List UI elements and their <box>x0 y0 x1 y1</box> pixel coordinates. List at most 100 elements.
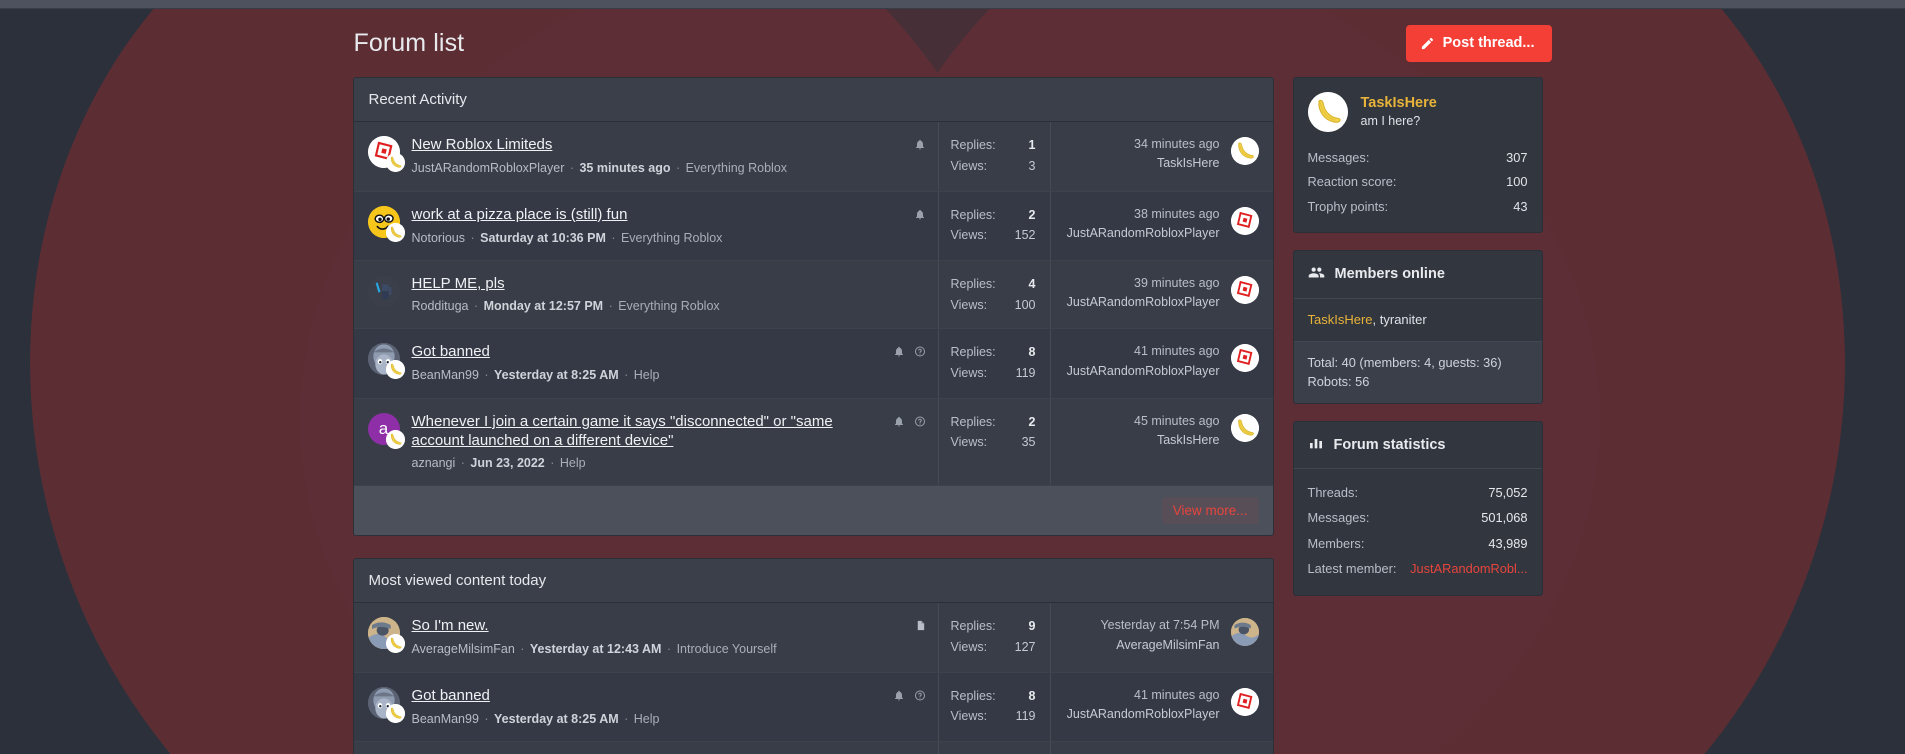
view-more-link[interactable]: View more... <box>1161 497 1259 525</box>
thread-title-link[interactable]: work at a pizza place is (still) fun <box>412 205 906 225</box>
avatar[interactable] <box>367 617 405 654</box>
last-post-date[interactable]: Yesterday at 7:54 PM <box>1100 616 1219 635</box>
thread-author[interactable]: aznangi <box>412 456 456 470</box>
last-post-author[interactable]: JustARandomRobloxPlayer <box>1067 362 1220 381</box>
thread-forum[interactable]: Everything Roblox <box>686 161 787 175</box>
views-value: 119 <box>1015 709 1036 724</box>
thread-forum[interactable]: Help <box>634 712 660 726</box>
thread-meta: BeanMan99 · Yesterday at 8:25 AM · Help <box>411 368 660 383</box>
thread-author[interactable]: Roddituga <box>412 299 469 313</box>
thread-stats: Replies: 8 Views: 119 <box>939 329 1051 398</box>
online-member-link[interactable]: TaskIsHere <box>1308 312 1373 327</box>
online-badge-icon <box>385 703 405 723</box>
profile-username[interactable]: TaskIsHere <box>1361 94 1437 114</box>
thread-author[interactable]: JustARandomRobloxPlayer <box>412 161 565 175</box>
page-title: Forum list <box>353 28 465 57</box>
forum-stat-value[interactable]: JustARandomRobl... <box>1410 556 1527 582</box>
thread-info: Got banned BeanMan99 · Yesterday at 8:25 … <box>354 672 939 742</box>
bell-icon <box>893 689 905 707</box>
profile-stat-row: Reaction score: 100 <box>1308 170 1528 194</box>
thread-author[interactable]: AverageMilsimFan <box>412 642 515 656</box>
avatar[interactable]: a <box>367 412 405 449</box>
thread-title-link[interactable]: Got banned <box>412 686 885 706</box>
forum-statistics-block: Forum statistics Threads: 75,052 Messages:… <box>1292 420 1543 596</box>
last-post-author[interactable]: TaskIsHere <box>1134 154 1220 173</box>
thread-stats: Replies:4Views:74 <box>939 742 1051 754</box>
thread-row[interactable]: here is a ( probably ) more proper jokeJ… <box>353 742 1273 754</box>
last-post-date[interactable]: 45 minutes ago <box>1134 412 1219 431</box>
thread-row[interactable]: HELP ME, pls Roddituga · Monday at 12:57 … <box>353 261 1273 330</box>
thread-row[interactable]: Got banned BeanMan99 · Yesterday at 8:25 … <box>353 329 1273 399</box>
replies-value: 2 <box>1028 207 1036 222</box>
thread-row[interactable]: a Whenever I join a certain game it says … <box>353 398 1273 487</box>
thread-forum[interactable]: Everything Roblox <box>621 231 722 245</box>
avatar[interactable] <box>367 686 405 723</box>
last-post-date[interactable]: 41 minutes ago <box>1067 342 1219 361</box>
profile-stat-value: 307 <box>1506 150 1528 165</box>
forum-page: Forum list Post thread... Recent Activit… <box>0 0 1905 754</box>
thread-stats: Replies: 2 Views: 152 <box>939 191 1051 260</box>
bell-icon <box>914 138 926 156</box>
thread-forum[interactable]: Help <box>560 456 586 470</box>
thread-title-link[interactable]: So I'm new. <box>412 616 907 636</box>
thread-title-link[interactable]: Whenever I join a certain game it says "… <box>412 412 885 451</box>
thread-title-link[interactable]: New Roblox Limiteds <box>412 135 906 155</box>
post-thread-button[interactable]: Post thread... <box>1405 24 1552 62</box>
avatar[interactable] <box>1230 276 1259 304</box>
online-badge-icon <box>385 634 405 654</box>
avatar[interactable] <box>367 275 400 307</box>
last-post-date[interactable]: 34 minutes ago <box>1134 135 1219 154</box>
avatar[interactable] <box>1307 92 1348 132</box>
thread-title-link[interactable]: Got banned <box>412 342 885 362</box>
thread-row[interactable]: Got banned BeanMan99 · Yesterday at 8:25 … <box>353 672 1273 743</box>
users-icon <box>1308 264 1325 285</box>
avatar[interactable] <box>1230 687 1259 716</box>
bell-icon <box>893 345 905 363</box>
last-post-author[interactable]: AverageMilsimFan <box>1100 636 1219 655</box>
last-post-author[interactable]: TaskIsHere <box>1134 431 1220 450</box>
forum-statistics-title: Forum statistics <box>1333 436 1446 453</box>
members-online-totals: Total: 40 (members: 4, guests: 36) Robot… <box>1293 342 1542 403</box>
thread-info: New Roblox Limiteds JustARandomRobloxPlay… <box>354 122 939 191</box>
last-post-date[interactable]: 41 minutes ago <box>1067 686 1219 705</box>
replies-value: 8 <box>1028 688 1036 703</box>
avatar[interactable] <box>1230 137 1259 165</box>
thread-row[interactable]: work at a pizza place is (still) fun Noto… <box>353 191 1273 261</box>
thread-author[interactable]: Notorious <box>412 231 466 245</box>
thread-info: Got banned BeanMan99 · Yesterday at 8:25 … <box>354 329 939 398</box>
online-robots-line: Robots: 56 <box>1307 374 1370 390</box>
last-post-author[interactable]: JustARandomRobloxPlayer <box>1067 224 1220 243</box>
last-post-author[interactable]: JustARandomRobloxPlayer <box>1067 705 1220 724</box>
last-post-author[interactable]: JustARandomRobloxPlayer <box>1067 293 1220 312</box>
views-value: 35 <box>1021 435 1036 450</box>
avatar[interactable] <box>1230 618 1259 647</box>
replies-value: 1 <box>1028 138 1036 152</box>
avatar[interactable] <box>367 343 405 380</box>
thread-last-post: 41 minutes ago JustARandomRobloxPlayer <box>1051 329 1273 398</box>
profile-summary[interactable]: TaskIsHere am I here? <box>1294 78 1542 144</box>
thread-stats: Replies: 2 Views: 35 <box>939 398 1051 486</box>
avatar[interactable] <box>367 205 405 242</box>
avatar[interactable] <box>1230 413 1259 442</box>
thread-row[interactable]: So I'm new. AverageMilsimFan · Yesterday … <box>353 603 1273 673</box>
avatar[interactable] <box>1230 344 1259 373</box>
thread-forum[interactable]: Help <box>634 368 660 382</box>
thread-block: Recent Activity New Roblox Limiteds JustAR… <box>352 77 1274 537</box>
thread-author[interactable]: BeanMan99 <box>412 368 479 382</box>
thread-row[interactable]: New Roblox Limiteds JustARandomRobloxPlay… <box>353 122 1273 192</box>
thread-forum[interactable]: Introduce Yourself <box>677 642 777 656</box>
page-header: Forum list Post thread... <box>353 9 1553 77</box>
last-post-date[interactable]: 39 minutes ago <box>1067 274 1219 293</box>
avatar[interactable] <box>367 136 405 172</box>
replies-value: 2 <box>1028 414 1036 429</box>
thread-author[interactable]: BeanMan99 <box>412 712 479 726</box>
avatar[interactable] <box>1230 206 1259 235</box>
views-label: Views: <box>950 435 988 450</box>
thread-forum[interactable]: Everything Roblox <box>618 299 719 313</box>
views-label: Views: <box>950 365 988 380</box>
last-post-date[interactable]: 38 minutes ago <box>1067 205 1219 224</box>
thread-title-link[interactable]: HELP ME, pls <box>412 274 918 294</box>
views-label: Views: <box>950 709 988 724</box>
thread-last-post: 39 minutes ago JustARandomRobloxPlayer <box>1051 261 1273 328</box>
thread-date: 35 minutes ago <box>579 161 671 175</box>
